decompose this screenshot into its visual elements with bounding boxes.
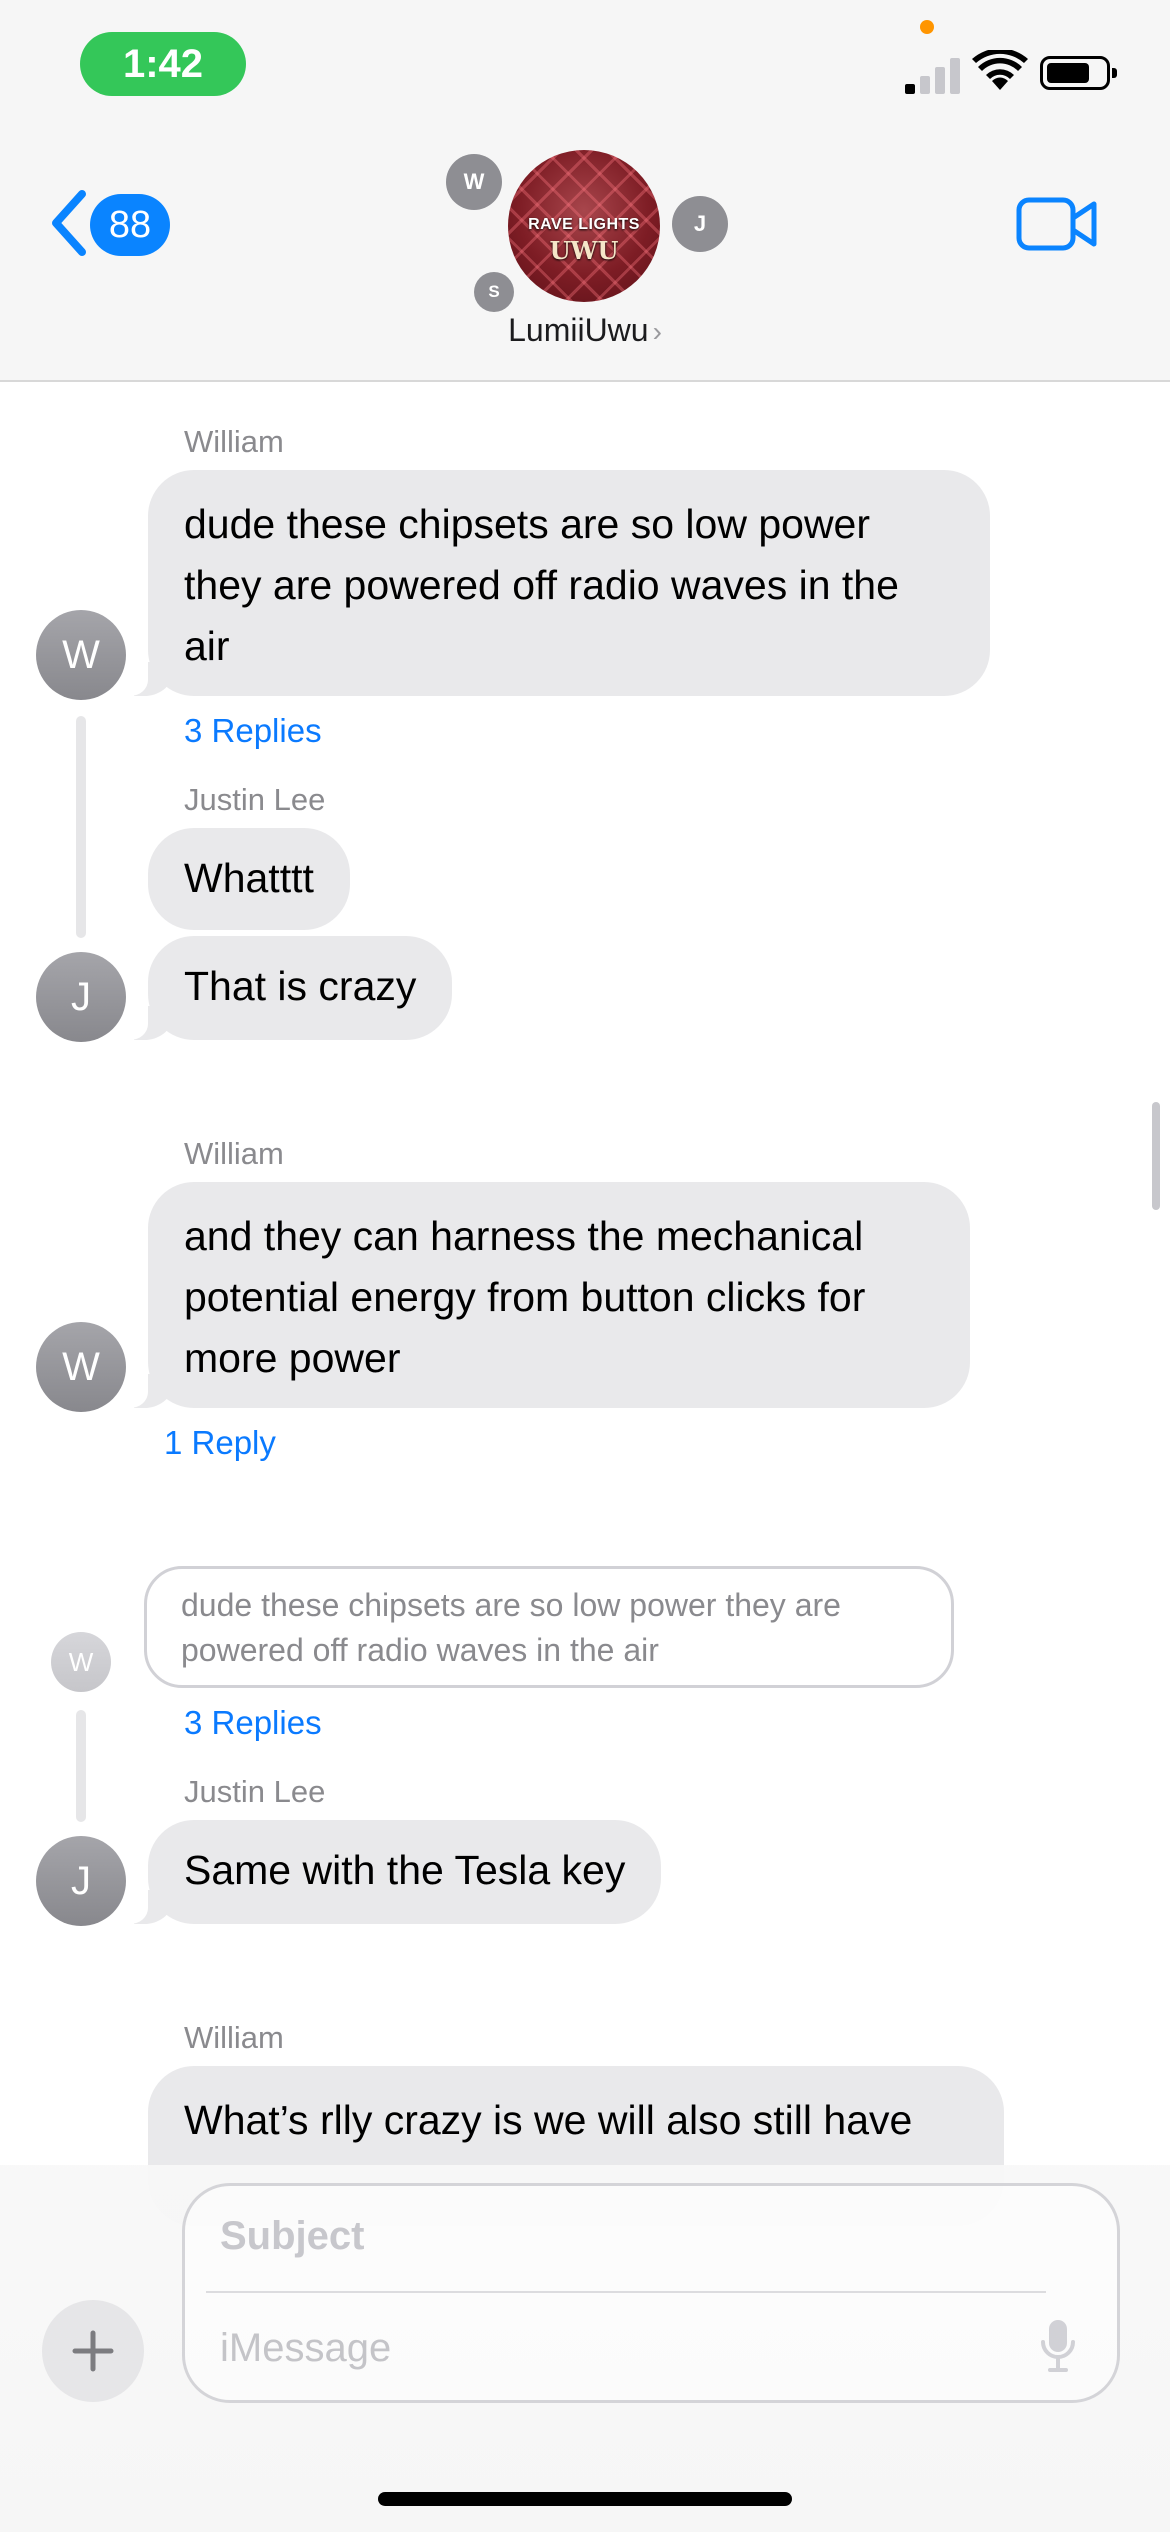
message-bubble[interactable]: dude these chipsets are so low power the… xyxy=(118,470,990,696)
group-photo[interactable]: RAVE LIGHTS UWU xyxy=(508,150,660,302)
group-photo-text: UWU xyxy=(549,236,619,265)
thread-replies-link[interactable]: 1 Reply xyxy=(164,1424,276,1462)
avatar[interactable]: J xyxy=(36,1836,126,1926)
quoted-avatar: W xyxy=(51,1632,111,1692)
message-bubble[interactable]: Whatttt xyxy=(148,828,350,930)
status-time[interactable]: 1:42 xyxy=(80,32,246,96)
scroll-indicator[interactable] xyxy=(1152,1102,1160,1210)
avatar[interactable]: W xyxy=(36,1322,126,1412)
message-bubble[interactable]: Same with the Tesla key xyxy=(117,1820,662,1924)
avatar[interactable]: W xyxy=(36,610,126,700)
member-avatar: W xyxy=(446,154,502,210)
thread-replies-link[interactable]: 3 Replies xyxy=(184,1704,322,1742)
plus-icon xyxy=(72,2330,114,2372)
avatar[interactable]: J xyxy=(36,952,126,1042)
quoted-message[interactable]: dude these chipsets are so low power the… xyxy=(144,1566,954,1688)
thread-replies-link[interactable]: 3 Replies xyxy=(184,712,322,750)
thread-line xyxy=(76,1710,86,1822)
message-bubble[interactable]: That is crazy xyxy=(117,936,453,1040)
apps-plus-button[interactable] xyxy=(42,2300,144,2402)
sender-name: Justin Lee xyxy=(184,782,326,817)
unread-count-badge[interactable]: 88 xyxy=(90,194,170,256)
subject-field[interactable]: Subject xyxy=(220,2214,364,2259)
conversation-header: 1:42 88 W J S RAVE LIGHTS UWU LumiiUwu › xyxy=(0,0,1170,382)
group-name[interactable]: LumiiUwu › xyxy=(470,312,700,349)
chevron-right-icon: › xyxy=(652,316,662,347)
sender-name: Justin Lee xyxy=(184,1774,326,1809)
group-photo-text: RAVE LIGHTS xyxy=(528,216,640,233)
battery-icon xyxy=(1040,56,1117,90)
sender-name: William xyxy=(184,424,284,459)
cellular-signal-icon xyxy=(905,52,961,94)
chevron-left-icon[interactable] xyxy=(46,188,90,258)
group-name-label: LumiiUwu xyxy=(508,312,649,348)
compose-divider xyxy=(206,2291,1046,2293)
home-indicator[interactable] xyxy=(378,2492,792,2506)
sender-name: William xyxy=(184,1136,284,1171)
message-bubble[interactable]: and they can harness the mechanical pote… xyxy=(118,1182,970,1408)
privacy-indicator-dot xyxy=(920,20,934,34)
wifi-icon xyxy=(972,50,1028,90)
thread-line xyxy=(76,716,86,938)
messages-screen: William dude these chipsets are so low p… xyxy=(0,0,1170,2532)
sender-name: William xyxy=(184,2020,284,2055)
message-input[interactable]: iMessage xyxy=(220,2326,391,2371)
member-avatar: J xyxy=(672,196,728,252)
video-camera-icon[interactable] xyxy=(1016,196,1098,252)
microphone-icon[interactable] xyxy=(1040,2318,1076,2374)
